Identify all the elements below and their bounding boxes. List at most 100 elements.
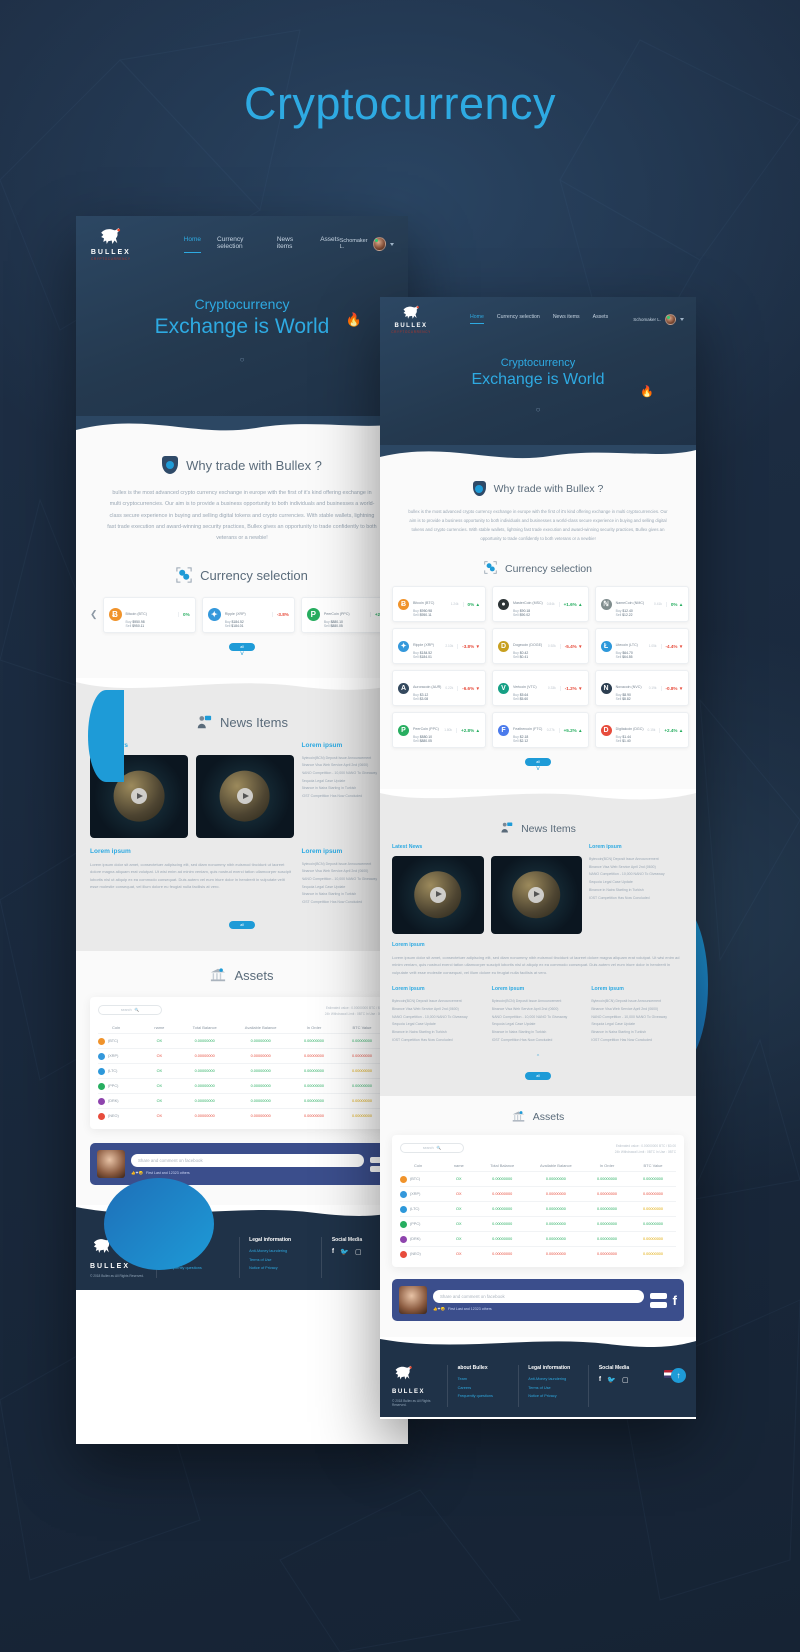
carousel-prev-icon-back[interactable]: ❮	[90, 609, 98, 620]
search-input-back[interactable]: search 🔍	[98, 1004, 162, 1015]
nav-item-assets-back[interactable]: Assets	[320, 236, 340, 253]
facebook-comment-input-front[interactable]: Share and comment on facebook	[433, 1289, 644, 1303]
news-link[interactable]: Sequoia Legal Case Update	[492, 1021, 585, 1029]
news-link[interactable]: Bytecoin(BCN) Deposit Issue Announcement	[591, 998, 684, 1006]
footer-link[interactable]: Terms of Use	[249, 1256, 311, 1264]
footer-link[interactable]: Team	[458, 1375, 508, 1383]
chevron-up-icon-news-front[interactable]: ˆ	[380, 1055, 696, 1062]
currency-card[interactable]: N Novacoin (NVC) Buy $8.90 Sell $8.82 0.19k -…	[594, 670, 690, 707]
news-video-thumbnail[interactable]	[392, 856, 484, 934]
news-link[interactable]: Binance in Naira Starting in Turkish	[492, 1029, 585, 1037]
currency-card[interactable]: Ƀ Bitcoin (BTC) Buy $950.98 Sell $950.11…	[102, 596, 196, 633]
facebook-icon[interactable]: 𝐟	[332, 1248, 334, 1256]
facebook-icon[interactable]: 𝐟	[599, 1376, 601, 1384]
news-link[interactable]: Bytecoin(BCN) Deposit Issue Announcement	[589, 856, 684, 864]
facebook-action-button[interactable]	[649, 1292, 667, 1299]
brand-logo-back[interactable]: BULLEX CRYPTOCURRENCY	[90, 227, 132, 261]
currency-card[interactable]: ● MasterCoin (MSC) Buy $90.18 Sell $90.02 0.…	[492, 586, 589, 623]
brand-logo-front[interactable]: BULLEX CRYPTOCURRENCY	[391, 305, 430, 334]
news-show-all-button-back[interactable]: all	[229, 920, 255, 929]
twitter-icon[interactable]: 🐦	[340, 1248, 349, 1256]
news-link[interactable]: Binance Visa Web Service April 2nd (0600…	[492, 1006, 585, 1014]
table-row[interactable]: (LTC) OX 0.00000000 0.00000000 0.00000000 0.0…	[98, 1063, 386, 1078]
table-row[interactable]: (XRP) OX 0.00000000 0.00000000 0.00000000 0.0…	[98, 1048, 386, 1063]
news-link[interactable]: IOST Competition Has Now Concluded	[492, 1037, 585, 1045]
currency-card[interactable]: D Dogecoin (DOGE) Buy $0.42 Sell $0.41 0.92k…	[492, 628, 589, 665]
table-row[interactable]: (PPC) OX 0.00000000 0.00000000 0.00000000 0.0…	[400, 1216, 676, 1231]
facebook-icon-front[interactable]: f	[673, 1293, 677, 1308]
news-link[interactable]: Bytecoin(BCN) Deposit Issue Announcement	[492, 998, 585, 1006]
news-link[interactable]: Sequoia Legal Case Update	[589, 879, 684, 887]
search-input-front[interactable]: search 🔍	[400, 1142, 464, 1153]
table-row[interactable]: (BTC) OX 0.00000000 0.00000000 0.00000000 0.0…	[98, 1033, 386, 1048]
footer-link[interactable]: Notice of Privacy	[528, 1392, 578, 1400]
news-link[interactable]: IOST Competition Has Now Concluded	[591, 1037, 684, 1045]
scroll-down-icon-back[interactable]: ○	[76, 355, 408, 364]
currency-card[interactable]: A Auroracoin (AUR) Buy $3.12 Sell $3.08 0.22…	[392, 670, 486, 707]
chevron-down-icon-currency-front[interactable]: ˅	[380, 766, 696, 773]
news-link[interactable]: IOST Competition Has Now Concluded	[392, 1037, 485, 1045]
table-row[interactable]: (NEO) OX 0.00000000 0.00000000 0.00000000 0.0…	[98, 1108, 386, 1123]
footer-link[interactable]: Anti-Money laundering	[249, 1247, 311, 1255]
nav-item-home-front[interactable]: Home	[470, 314, 484, 324]
chevron-down-icon-currency-back[interactable]: ˅	[76, 651, 408, 658]
table-row[interactable]: (NEO) OX 0.00000000 0.00000000 0.00000000 0.0…	[400, 1246, 676, 1261]
twitter-icon[interactable]: 🐦	[607, 1376, 616, 1384]
news-link[interactable]: Sequoia Legal Case Update	[392, 1021, 485, 1029]
nav-item-currency-selection-back[interactable]: Currency selection	[217, 236, 261, 253]
currency-card[interactable]: Ƀ Bitcoin (BTC) Buy $950.98 Sell $950.11 1.2…	[392, 586, 486, 623]
currency-show-all-button-back[interactable]: all	[229, 642, 255, 651]
news-video-thumbnail[interactable]	[195, 754, 294, 838]
currency-show-all-button-front[interactable]: all	[525, 758, 551, 767]
news-link[interactable]: Bytecoin(BCN) Deposit Issue Announcement	[392, 998, 485, 1006]
footer-link[interactable]: Frequently questions	[458, 1392, 508, 1400]
coin-symbol: (BTC)	[108, 1039, 119, 1044]
nav-item-news-items-back[interactable]: News items	[277, 236, 304, 253]
table-row[interactable]: (DRK) OX 0.00000000 0.00000000 0.00000000 0.0…	[400, 1231, 676, 1246]
table-row[interactable]: (DRK) OX 0.00000000 0.00000000 0.00000000 0.0…	[98, 1093, 386, 1108]
currency-card[interactable]: Ł Litecoin (LTC) Buy $64.70 Sell $64.55 1.05…	[594, 628, 690, 665]
table-row[interactable]: (PPC) OX 0.00000000 0.00000000 0.00000000 0.0…	[98, 1078, 386, 1093]
facebook-comment-input-back[interactable]: Share and comment on facebook	[131, 1153, 364, 1167]
news-link[interactable]: Binance in Naira Starting in Turkish	[591, 1029, 684, 1037]
facebook-action-button[interactable]	[649, 1301, 667, 1308]
currency-card[interactable]: P PeerCoin (PPC) Buy $880.10 Sell $880.05 1.…	[392, 712, 486, 749]
scroll-to-top-button[interactable]: ↑	[671, 1368, 686, 1383]
nav-item-currency-selection-front[interactable]: Currency selection	[497, 314, 540, 324]
table-row[interactable]: (XRP) OX 0.00000000 0.00000000 0.00000000 0.0…	[400, 1186, 676, 1201]
instagram-icon[interactable]: ▢	[622, 1376, 629, 1384]
table-row[interactable]: (LTC) OX 0.00000000 0.00000000 0.00000000 0.0…	[400, 1201, 676, 1216]
nav-item-assets-front[interactable]: Assets	[593, 314, 609, 324]
news-link[interactable]: Binance in Naira Starting in Turkish	[392, 1029, 485, 1037]
asset-in-order: 0.00000000	[596, 1252, 618, 1257]
footer-link[interactable]: Terms of Use	[528, 1384, 578, 1392]
currency-card[interactable]: ℕ NameCoin (NMC) Buy $12.40 Sell $12.22 0.41…	[594, 586, 690, 623]
news-link[interactable]: NANO Competition - 10,000 NANO To Giveaw…	[392, 1014, 485, 1022]
user-menu-front[interactable]: Schomaker L.	[633, 313, 684, 325]
nav-item-home-back[interactable]: Home	[183, 236, 202, 253]
currency-card[interactable]: V Vertcoin (VTC) Buy $5.64 Sell $5.60 0.33k -…	[492, 670, 589, 707]
user-menu-back[interactable]: Schomaker L.	[340, 237, 395, 251]
footer-link[interactable]: Anti-Money laundering	[528, 1375, 578, 1383]
currency-card[interactable]: F Feathercoin (FTC) Buy $2.18 Sell $2.12 0.2…	[492, 712, 589, 749]
footer-link[interactable]: Notice of Privacy	[249, 1264, 311, 1272]
news-link[interactable]: IOST Competition Has Now Concluded	[589, 895, 684, 903]
news-link[interactable]: NANO Competition - 10,000 NANO To Giveaw…	[591, 1014, 684, 1022]
news-link[interactable]: Binance Visa Web Service April 2nd (0600…	[589, 864, 684, 872]
nav-item-news-items-front[interactable]: News items	[553, 314, 580, 324]
footer-link[interactable]: Careers	[458, 1384, 508, 1392]
news-link[interactable]: Binance Visa Web Service April 2nd (0600…	[392, 1006, 485, 1014]
scroll-down-icon-front[interactable]: ○	[380, 405, 696, 414]
currency-card[interactable]: ✦ Ripple (XRP) Buy $184.52 Sell $184.01 …	[201, 596, 295, 633]
news-show-all-button-front[interactable]: all	[525, 1071, 551, 1080]
news-video-thumbnail[interactable]	[490, 856, 582, 934]
news-link[interactable]: Binance Visa Web Service April 2nd (0600…	[591, 1006, 684, 1014]
currency-card[interactable]: ✦ Ripple (XRP) Buy $184.52 Sell $184.01 2.10…	[392, 628, 486, 665]
news-link[interactable]: NANO Competition - 10,000 NANO To Giveaw…	[492, 1014, 585, 1022]
table-row[interactable]: (BTC) OX 0.00000000 0.00000000 0.00000000 0.0…	[400, 1171, 676, 1186]
news-link[interactable]: NANO Competition - 10,000 NANO To Giveaw…	[589, 871, 684, 879]
news-link[interactable]: Sequoia Legal Case Update	[591, 1021, 684, 1029]
currency-card[interactable]: D Digitalcoin (DGC) Buy $1.44 Sell $1.40 0.1…	[594, 712, 690, 749]
instagram-icon[interactable]: ▢	[355, 1248, 362, 1256]
news-link[interactable]: Binance in Naira Starting in Turkish	[589, 887, 684, 895]
